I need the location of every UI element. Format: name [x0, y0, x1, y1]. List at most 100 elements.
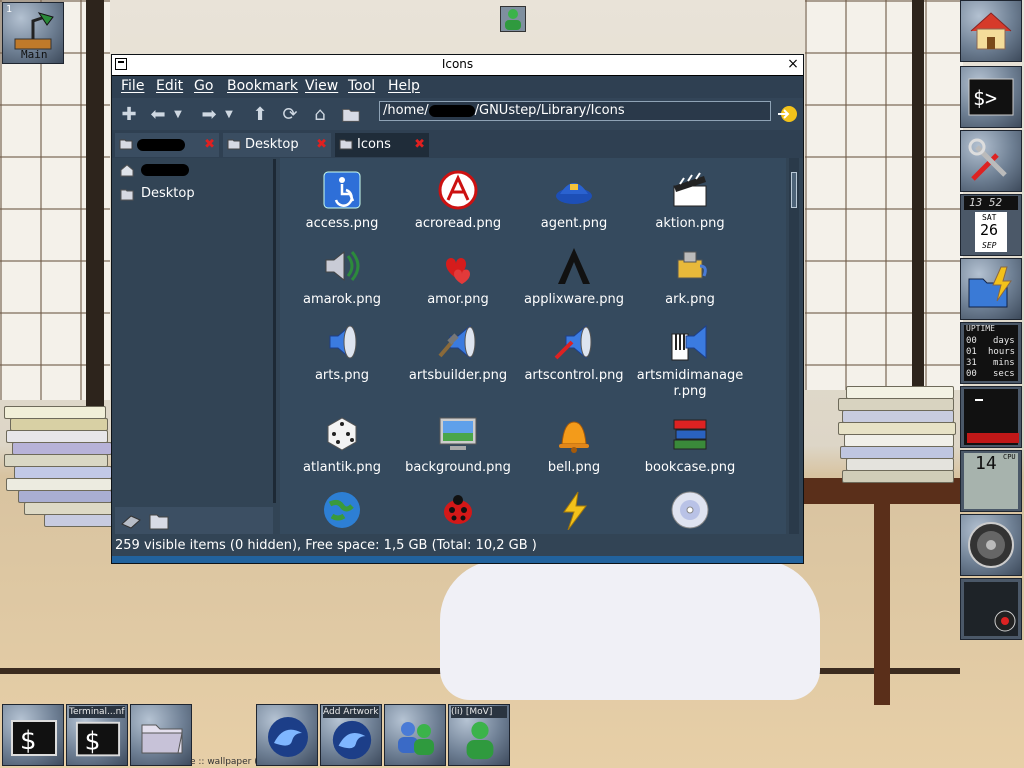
user-desktop-icon[interactable]: [500, 6, 526, 32]
wallpaper-beam: [86, 0, 104, 420]
dock-preferences[interactable]: [960, 130, 1022, 192]
lightning-icon: [563, 491, 587, 530]
close-button[interactable]: ×: [785, 56, 801, 72]
person-icon: [505, 9, 521, 30]
acrobat-icon: [438, 170, 478, 210]
svg-text:$>: $>: [973, 86, 997, 110]
menu-file[interactable]: File: [121, 78, 144, 94]
menu-bookmark[interactable]: Bookmark: [227, 78, 298, 94]
folder-icon: [141, 724, 183, 754]
chevron-down-icon: ▼: [174, 108, 182, 120]
sidebar-item-desktop[interactable]: Desktop: [119, 185, 195, 203]
uptime-label: UPTIME: [966, 324, 995, 333]
file-item[interactable]: bell.png: [516, 408, 632, 484]
icons-window: Icons × File Edit Go Bookmark View Tool …: [111, 54, 804, 564]
tab-close-icon[interactable]: ✖: [414, 133, 425, 157]
menu-edit[interactable]: Edit: [156, 78, 183, 94]
forward-button[interactable]: ➡: [198, 103, 220, 125]
appicon-messenger[interactable]: [384, 704, 446, 766]
file-item[interactable]: bookcase.png: [632, 408, 748, 484]
file-item[interactable]: amarok.png: [284, 240, 400, 316]
icon-grid-scrollbar[interactable]: [789, 158, 799, 534]
speaker-icon: [968, 522, 1014, 568]
menu-help[interactable]: Help: [388, 78, 420, 94]
arrow-left-icon: ⬅: [150, 103, 166, 125]
wallpaper-figure: [440, 560, 820, 700]
back-button[interactable]: ⬅: [147, 103, 169, 125]
appicon-media-1[interactable]: [256, 704, 318, 766]
appicon-media-2[interactable]: Add Artwork...f: [320, 704, 382, 766]
file-item[interactable]: access.png: [284, 164, 400, 240]
add-place-button[interactable]: [147, 510, 171, 532]
open-folder-button[interactable]: [340, 103, 362, 125]
menu-view[interactable]: View: [305, 78, 338, 94]
reload-button[interactable]: ⟳: [279, 103, 301, 125]
dock-file-manager[interactable]: [960, 258, 1022, 320]
menu-tool[interactable]: Tool: [348, 78, 375, 94]
memory-bar: [967, 433, 1019, 443]
volume-knob-icon: [994, 610, 1016, 632]
eraser-button[interactable]: [119, 510, 143, 532]
workspace-name: Main: [21, 48, 48, 61]
tab-close-icon[interactable]: ✖: [204, 133, 215, 157]
sidebar-footer: [115, 507, 273, 534]
appicon-terminal-2[interactable]: Terminal...nfoo:/ $: [66, 704, 128, 766]
plus-icon: ✚: [121, 103, 137, 125]
file-item[interactable]: background.png: [400, 408, 516, 484]
folder-icon: [149, 514, 169, 530]
home-button[interactable]: ⌂: [309, 103, 331, 125]
file-item[interactable]: ark.png: [632, 240, 748, 316]
forward-history-button[interactable]: ▼: [223, 103, 235, 125]
dock-mixer[interactable]: [960, 578, 1022, 640]
file-item[interactable]: artsbuilder.png: [400, 316, 516, 392]
dock-cpu-monitor[interactable]: 14 CPU: [960, 450, 1022, 512]
file-item[interactable]: artscontrol.png: [516, 316, 632, 392]
new-tab-button[interactable]: ✚: [118, 103, 140, 125]
file-item[interactable]: [400, 484, 516, 534]
dock-clock[interactable]: 13 52 SAT 26 SEP: [960, 194, 1022, 256]
dragon-icon: [268, 717, 308, 757]
tab-close-icon[interactable]: ✖: [316, 133, 327, 157]
appicon-chat[interactable]: (li) [MoV]: [448, 704, 510, 766]
dock-home[interactable]: [960, 0, 1022, 62]
window-titlebar[interactable]: Icons ×: [112, 55, 803, 76]
tab-icons[interactable]: Icons ✖: [335, 133, 429, 157]
accessibility-icon: [323, 171, 361, 209]
file-item[interactable]: atlantik.png: [284, 408, 400, 484]
workspace-button[interactable]: 1 Main: [2, 2, 64, 64]
file-item[interactable]: amor.png: [400, 240, 516, 316]
sidebar-item-home[interactable]: [119, 161, 189, 179]
dock-speaker[interactable]: [960, 514, 1022, 576]
file-item[interactable]: [632, 484, 748, 534]
dock-uptime[interactable]: UPTIME 00 days 01 hours 31 mins 00 secs: [960, 322, 1022, 384]
file-item[interactable]: acroread.png: [400, 164, 516, 240]
file-item[interactable]: arts.png: [284, 316, 400, 392]
wallpaper-shoji-right: [805, 0, 963, 390]
tab-desktop[interactable]: Desktop ✖: [223, 133, 331, 157]
file-item[interactable]: aktion.png: [632, 164, 748, 240]
scrollbar-thumb[interactable]: [791, 172, 797, 208]
appicon-terminal-1[interactable]: $: [2, 704, 64, 766]
window-title: Icons: [441, 57, 474, 71]
file-item[interactable]: agent.png: [516, 164, 632, 240]
file-item[interactable]: applixware.png: [516, 240, 632, 316]
up-button[interactable]: ⬆: [249, 103, 271, 125]
cpu-value: 14: [975, 453, 997, 474]
dice-icon: [327, 417, 357, 451]
speaker-icon: [329, 324, 357, 360]
path-field[interactable]: /home//GNUstep/Library/Icons: [379, 101, 771, 121]
file-item[interactable]: [516, 484, 632, 534]
dock-memory-monitor[interactable]: [960, 386, 1022, 448]
terminal-icon: $>: [968, 78, 1014, 116]
file-item[interactable]: artsmidimanager.png: [632, 316, 748, 399]
window-resize-bar[interactable]: [112, 556, 803, 563]
applixware-icon: [558, 248, 590, 284]
file-item[interactable]: [284, 484, 400, 534]
wallpaper-credit: e :: wallpaper (c: [190, 757, 263, 767]
back-history-button[interactable]: ▼: [172, 103, 184, 125]
appicon-file-manager[interactable]: [130, 704, 192, 766]
dock-terminal[interactable]: $>: [960, 66, 1022, 128]
go-button[interactable]: [776, 103, 798, 125]
menu-go[interactable]: Go: [194, 78, 213, 94]
tab-home[interactable]: ✖: [115, 133, 219, 157]
